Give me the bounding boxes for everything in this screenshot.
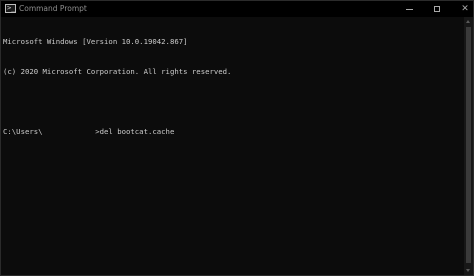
minimize-icon — [405, 8, 413, 10]
minimize-button[interactable] — [394, 1, 424, 17]
scroll-down-icon[interactable] — [466, 269, 470, 272]
console-output[interactable]: Microsoft Windows [Version 10.0.19042.86… — [1, 17, 465, 275]
scroll-up-icon[interactable] — [466, 20, 470, 23]
vertical-scrollbar[interactable] — [464, 17, 473, 275]
scrollbar-thumb[interactable] — [466, 27, 471, 263]
close-button[interactable]: ✕ — [450, 1, 473, 17]
title-bar[interactable]: >_ Command Prompt ✕ — [1, 1, 473, 17]
console-line-version: Microsoft Windows [Version 10.0.19042.86… — [3, 37, 188, 46]
console-line-copyright: (c) 2020 Microsoft Corporation. All righ… — [3, 67, 232, 76]
window-title: Command Prompt — [19, 4, 87, 13]
command-prompt-window: >_ Command Prompt ✕ Microsoft Windows [V… — [0, 0, 474, 276]
maximize-button[interactable] — [422, 1, 452, 17]
console-command-line[interactable]: C:\Users\ >del bootcat.cache — [3, 127, 465, 137]
close-icon: ✕ — [461, 3, 469, 14]
maximize-icon — [434, 6, 440, 12]
cmd-icon[interactable]: >_ — [5, 4, 16, 13]
